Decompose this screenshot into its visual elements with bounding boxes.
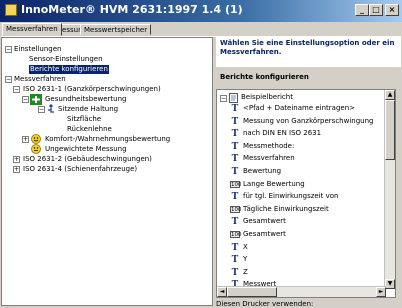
scroll-up-button[interactable]: ▲ <box>385 90 395 100</box>
report-root[interactable]: Beispielbericht <box>241 93 293 102</box>
report-item[interactable]: Messmethode: <box>243 142 294 151</box>
report-item[interactable]: Z <box>243 268 248 277</box>
maximize-button[interactable]: □ <box>369 4 383 16</box>
collapse-icon[interactable]: − <box>38 106 45 113</box>
report-item[interactable]: Gesamtwert <box>243 230 286 239</box>
tab-messwertspeicher[interactable]: Messwertspeicher <box>80 24 152 35</box>
report-item[interactable]: nach DIN EN ISO 2631 <box>243 129 321 138</box>
report-document-icon <box>229 93 238 103</box>
scroll-down-button[interactable]: ▼ <box>385 279 395 289</box>
number-field-icon: 100 <box>230 180 242 188</box>
vertical-scrollbar[interactable]: ▲ ▼ <box>384 90 395 289</box>
collapse-icon[interactable]: − <box>5 46 12 53</box>
tree-item-iso-2631-1[interactable]: ISO 2631-1 (Ganzkörperschwingungen) <box>23 85 161 94</box>
section-title: Berichte konfigurieren <box>220 73 309 81</box>
report-item[interactable]: Lange Bewertung <box>243 180 305 189</box>
tree-item-messverfahren[interactable]: Messverfahren <box>14 75 66 84</box>
details-panel: Wählen Sie eine Einstellungsoption oder … <box>216 37 401 308</box>
printer-label: Diesen Drucker verwenden: <box>216 300 314 308</box>
window-title: InnoMeter® HVM 2631:1997 1.4 (1) <box>21 3 243 16</box>
tree-item-einstellungen[interactable]: Einstellungen <box>14 45 61 54</box>
help-text: Wählen Sie eine Einstellungsoption oder … <box>216 37 401 67</box>
text-field-icon: T <box>231 241 239 253</box>
scroll-right-button[interactable]: ► <box>376 287 386 297</box>
tree-item-sitzflaeche[interactable]: Sitzfläche <box>67 115 101 124</box>
tree-item-ungewichtete-messung[interactable]: Ungewichtete Messung <box>45 145 127 154</box>
settings-tree[interactable]: − Einstellungen Sensor-Einstellungen Ber… <box>1 37 213 306</box>
tree-item-iso-2631-4[interactable]: ISO 2631-4 (Schienenfahrzeuge) <box>23 165 137 174</box>
tab-bar: Messverfahren Messung Messwertspeicher <box>0 23 402 36</box>
report-item[interactable]: X <box>243 243 248 252</box>
number-field-icon: 100 <box>230 205 242 213</box>
text-field-icon: T <box>231 254 239 266</box>
collapse-icon[interactable]: − <box>220 95 227 102</box>
report-item[interactable]: <Pfad + Dateiname eintragen> <box>243 104 355 113</box>
report-tree[interactable]: − Beispielbericht T <Pfad + Dateiname ein… <box>216 89 396 298</box>
text-field-icon: T <box>231 166 239 177</box>
minimize-button[interactable]: _ <box>355 4 369 16</box>
collapse-icon[interactable]: − <box>22 96 29 103</box>
report-item[interactable]: Y <box>243 255 247 264</box>
hscroll-thumb[interactable] <box>227 287 277 297</box>
expand-icon[interactable]: + <box>13 166 20 173</box>
app-icon <box>5 4 17 16</box>
content-area: − Einstellungen Sensor-Einstellungen Ber… <box>1 36 401 308</box>
title-bar[interactable]: InnoMeter® HVM 2631:1997 1.4 (1) _ □ × <box>0 0 402 22</box>
text-field-icon: T <box>231 266 239 278</box>
smiley-icon <box>31 144 41 154</box>
smiley-icon <box>31 134 41 144</box>
text-field-icon: T <box>231 216 239 228</box>
text-field-icon: T <box>231 103 239 114</box>
tree-item-berichte-konfigurieren[interactable]: Berichte konfigurieren <box>29 65 109 74</box>
text-field-icon: T <box>231 140 239 152</box>
text-field-icon: T <box>231 115 239 127</box>
close-button[interactable]: × <box>385 4 399 16</box>
text-field-icon: T <box>231 128 239 140</box>
report-item[interactable]: Messverfahren <box>243 154 295 163</box>
expand-icon[interactable]: + <box>22 136 29 143</box>
tree-item-iso-2631-2[interactable]: ISO 2631-2 (Gebäudeschwingungen) <box>23 155 152 164</box>
report-item[interactable]: Tägliche Einwirkungszeit <box>243 205 329 214</box>
tree-item-rueckenlehne[interactable]: Rückenlehne <box>67 125 112 134</box>
number-field-icon: 100 <box>230 231 242 238</box>
text-field-icon: T <box>231 153 239 165</box>
expand-icon[interactable]: + <box>13 156 20 163</box>
tree-item-sitzende-haltung[interactable]: Sitzende Haltung <box>58 105 118 114</box>
app-window: InnoMeter® HVM 2631:1997 1.4 (1) _ □ × M… <box>0 0 402 308</box>
tree-item-gesundheitsbewertung[interactable]: Gesundheitsbewertung <box>45 95 127 104</box>
report-item[interactable]: für tgl. Einwirkungszeit von <box>243 192 339 201</box>
horizontal-scrollbar[interactable]: ◄ ► <box>217 286 386 297</box>
report-item[interactable]: Gesamtwert <box>243 217 286 226</box>
scroll-left-button[interactable]: ◄ <box>217 287 227 297</box>
health-cross-icon <box>30 94 42 105</box>
scroll-thumb[interactable] <box>385 100 395 160</box>
text-field-icon: T <box>231 191 239 203</box>
tree-item-sensor-einstellungen[interactable]: Sensor-Einstellungen <box>29 55 103 64</box>
report-item[interactable]: Messung von Ganzkörperschwingung <box>243 117 373 126</box>
collapse-icon[interactable]: − <box>13 86 20 93</box>
collapse-icon[interactable]: − <box>5 76 12 83</box>
tree-item-komfort[interactable]: Komfort-/Wahrnehmungsbewertung <box>45 135 170 144</box>
seated-person-icon <box>48 104 54 113</box>
report-item[interactable]: Bewertung <box>243 167 281 176</box>
tab-messverfahren[interactable]: Messverfahren <box>2 23 62 36</box>
